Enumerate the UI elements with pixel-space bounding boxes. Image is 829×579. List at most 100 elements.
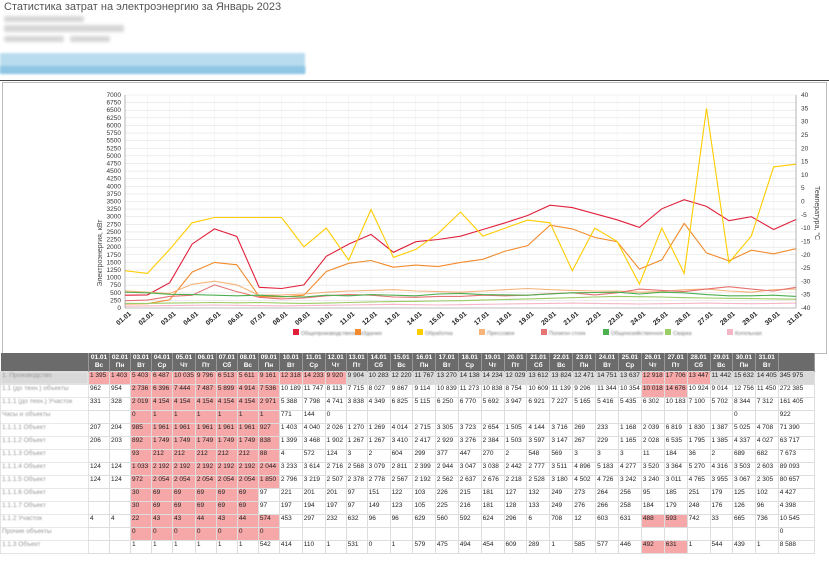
column-header-date[interactable]: 29.01 Вс (710, 353, 733, 372)
table-cell: 10 354 (617, 384, 642, 398)
column-header-date[interactable]: 09.01 Пн (258, 353, 280, 372)
table-row[interactable]: Прочие объекты 0 0 0 0 0 0 0 0 (0, 527, 815, 541)
table-cell (109, 540, 131, 554)
row-total: 80 657 (777, 475, 815, 489)
column-header-date[interactable]: 08.01 Вс (237, 353, 259, 372)
table-cell: 5 270 (686, 462, 711, 476)
table-row[interactable]: 1.1.1.1 Объект 207 204 985 1 961 1 961 1 961 1 … (0, 423, 815, 437)
table-cell: 123 (389, 501, 414, 515)
row-label[interactable]: 1.1.2 Участок (0, 514, 89, 528)
column-header-date[interactable]: 15.01 Вс (390, 353, 414, 372)
column-header-date[interactable]: 23.01 Пн (572, 353, 597, 372)
row-label[interactable]: 1.1.3 Объект (0, 540, 89, 554)
column-header-date[interactable]: 02.01 Пн (109, 353, 131, 372)
column-header-date[interactable]: 16.01 Пн (412, 353, 436, 372)
table-row[interactable]: 1.1.1.6 Объект 30 69 69 69 69 69 97 221 201 201 97 1… (0, 488, 815, 502)
row-label[interactable]: 1.1.1.3 Объект (0, 449, 89, 463)
table-cell: 5 025 (731, 423, 756, 437)
column-header-date[interactable]: 12.01 Чт (325, 353, 347, 372)
column-header-date[interactable]: 25.01 Ср (618, 353, 642, 372)
column-header-date[interactable]: 30.01 Пн (732, 353, 756, 372)
column-header-date[interactable]: 10.01 Вт (279, 353, 303, 372)
row-label[interactable]: 1. Производство (0, 371, 89, 385)
column-header-date[interactable]: 06.01 Пт (195, 353, 217, 372)
legend-label[interactable]: Общехозяйственное (611, 330, 663, 337)
table-row[interactable]: 1.1.2 Участок 4 4 22 43 43 44 43 44 574 453 297 232 6… (0, 514, 815, 528)
legend-label[interactable]: Полигон стоек (549, 331, 586, 337)
table-cell: 276 (572, 501, 597, 515)
column-header-date[interactable]: 04.01 Ср (151, 353, 173, 372)
column-header-date[interactable]: 03.01 Вт (130, 353, 152, 372)
table-cell: 2 (503, 449, 528, 463)
legend-label[interactable]: Обработка (425, 331, 454, 337)
y-tick-label: 1000 (107, 275, 122, 282)
table-cell: 1 (236, 540, 259, 554)
column-header-date[interactable]: 24.01 Вт (595, 353, 619, 372)
table-row[interactable]: 1.1.3 Объект 1 1 1 1 1 1 542 414 110 1 531 0 1 579 475 4… (0, 540, 815, 554)
column-date: 15.01 (393, 354, 410, 361)
table-cell: 216 (457, 501, 482, 515)
table-row[interactable]: 1.1.1.3 Объект 93 212 212 212 212 212 88 4 572 124… (0, 449, 815, 463)
column-header-date[interactable]: 28.01 Сб (687, 353, 711, 372)
table-cell: 207 (88, 423, 110, 437)
table-cell: 203 (109, 436, 131, 450)
table-cell (640, 410, 665, 424)
filter-tabs-bar-active[interactable] (0, 66, 305, 74)
table-row[interactable]: 1. Производство 1 395 1 403 5 403 6 487 10 03… (0, 371, 815, 385)
row-label[interactable]: 1.1.1.2 Объект (0, 436, 89, 450)
row-label[interactable]: 1.1 (до техн.) объекты (0, 384, 89, 398)
legend-label[interactable]: Общепроизводственная (301, 331, 363, 337)
column-header-date[interactable]: 31.01 Вт (755, 353, 779, 372)
row-label[interactable]: Прочие объекты (0, 527, 89, 541)
row-label[interactable]: 1.1.1.7 Объект (0, 501, 89, 515)
legend-label[interactable]: Прессовое (487, 331, 515, 337)
row-label[interactable]: Часы и объекты (0, 410, 89, 424)
column-header-date[interactable]: 13.01 Пт (346, 353, 368, 372)
column-header-date[interactable]: 01.01 Вс (88, 353, 110, 372)
table-cell (572, 527, 597, 541)
table-row[interactable]: 1.1.1.7 Объект 30 69 69 69 69 69 97 197 194 197 97 1… (0, 501, 815, 515)
row-label[interactable]: 1.1.1.4 Объект (0, 462, 89, 476)
table-cell: 2 568 (345, 462, 368, 476)
column-header-date[interactable]: 11.01 Ср (302, 353, 326, 372)
table-cell: 2 192 (215, 462, 238, 476)
table-cell: 30 (130, 501, 152, 515)
table-row[interactable]: 1.1 (до техн.) объекты 962 954 2 736 6 396 7 … (0, 384, 815, 398)
column-weekday: Вт (603, 362, 611, 369)
table-row[interactable]: 1.1.1.2 Объект 206 203 892 1 749 1 749 1 749 1 … (0, 436, 815, 450)
table-cell: 454 (480, 540, 505, 554)
row-label[interactable]: 1.1.1 (до техн.) Участок (0, 397, 89, 411)
legend-swatch (727, 329, 733, 335)
table-row[interactable]: 1.1.1.4 Объект 124 124 1 033 2 192 2 192 2 192… (0, 462, 815, 476)
table-cell: 267 (572, 436, 597, 450)
column-header-date[interactable]: 22.01 Вс (549, 353, 574, 372)
table-cell: 179 (663, 501, 688, 515)
row-label[interactable]: 1.1.1.1 Объект (0, 423, 89, 437)
table-cell: 3 716 (549, 423, 574, 437)
table-row[interactable]: Часы и объекты 0 1 1 1 1 1 1 771 144 0 0 922 (0, 410, 815, 424)
row-label[interactable]: 1.1.1.6 Объект (0, 488, 89, 502)
column-header-date[interactable]: 19.01 Чт (481, 353, 505, 372)
table-row[interactable]: 1.1.1.5 Объект 124 124 972 2 054 2 054 2 054 2 … (0, 475, 815, 489)
column-header-date[interactable]: 27.01 Пт (664, 353, 688, 372)
column-header-date[interactable]: 07.01 Сб (216, 353, 238, 372)
column-header-date[interactable]: 17.01 Вт (435, 353, 459, 372)
row-label[interactable]: 1.1.1.5 Объект (0, 475, 89, 489)
legend-label[interactable]: Сварка (673, 331, 692, 337)
column-header-date[interactable]: 05.01 Чт (172, 353, 196, 372)
column-header-date[interactable]: 18.01 Ср (458, 353, 482, 372)
column-header-date[interactable]: 14.01 Сб (367, 353, 391, 372)
column-header-date[interactable]: 20.01 Пт (504, 353, 528, 372)
legend-label[interactable]: Котельная (735, 331, 762, 337)
table-row[interactable]: 1.1.1 (до техн.) Участок 331 328 2 019 4 154… (0, 397, 815, 411)
column-header-date[interactable]: 21.01 Сб (526, 353, 551, 372)
filter-select-blurred[interactable] (4, 25, 124, 32)
filter-select-blurred[interactable] (4, 36, 64, 42)
table-cell: 127 (503, 488, 528, 502)
filter-select-blurred[interactable] (70, 36, 110, 42)
legend-label[interactable]: Здания (363, 331, 382, 337)
table-cell: 212 (215, 449, 238, 463)
column-header-date[interactable]: 26.01 Чт (641, 353, 665, 372)
column-weekday: Вс (397, 362, 406, 369)
table-cell: 4 502 (572, 475, 597, 489)
